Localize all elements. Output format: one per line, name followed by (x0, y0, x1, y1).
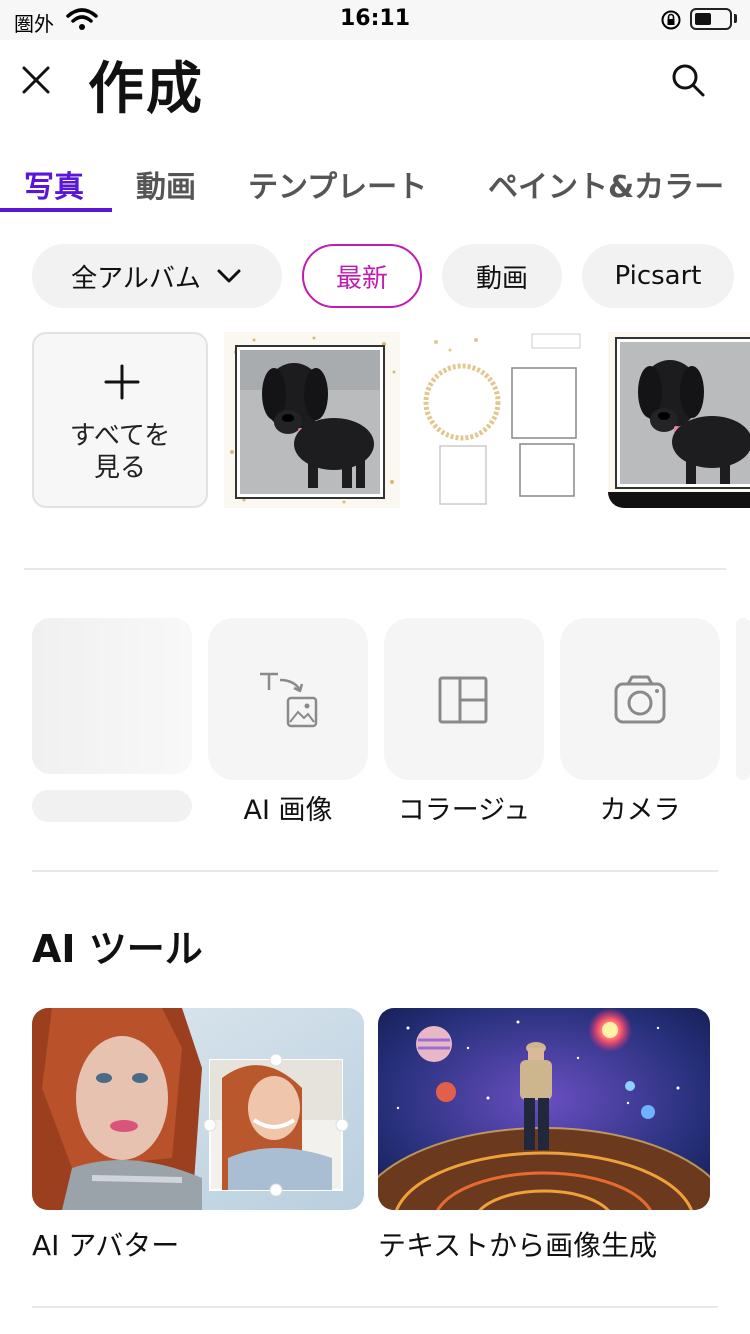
ai-avatar-image (32, 1008, 364, 1210)
camera-icon (614, 675, 666, 724)
camera-tile[interactable] (560, 618, 720, 780)
text-to-image-icon (260, 672, 318, 728)
filter-all-albums[interactable]: 全アルバム (32, 244, 282, 308)
collage-icon (438, 676, 488, 724)
ai-tools-title: AI ツール (32, 927, 203, 971)
tab-video[interactable]: 動画 (136, 162, 196, 206)
media-thumbnail[interactable] (224, 332, 400, 508)
ai-avatar-label: AI アバター (32, 1229, 180, 1262)
text-to-image-label: テキストから画像生成 (378, 1229, 658, 1262)
status-time: 16:11 (339, 6, 411, 31)
collage-tile[interactable] (384, 618, 544, 780)
collage-label: コラージュ (397, 795, 531, 826)
filter-video[interactable]: 動画 (442, 244, 562, 308)
section-divider (24, 568, 726, 570)
next-tool-tile[interactable] (736, 618, 750, 780)
battery-icon (690, 8, 732, 30)
filter-all-albums-label: 全アルバム (71, 263, 201, 294)
template-collage-image (416, 332, 592, 508)
dog-photo-image (224, 332, 400, 508)
loading-placeholder-tile (32, 618, 192, 774)
close-button[interactable] (18, 62, 54, 98)
filter-latest[interactable]: 最新 (302, 244, 422, 308)
chevron-down-icon (217, 269, 241, 283)
camera-label: カメラ (599, 795, 681, 826)
filter-picsart[interactable]: Picsart (582, 244, 734, 308)
ai-image-tile[interactable] (208, 618, 368, 780)
text-to-image-card[interactable] (378, 1008, 710, 1210)
tab-template[interactable]: テンプレート (248, 162, 427, 206)
plus-icon (104, 364, 140, 400)
search-button[interactable] (668, 60, 708, 100)
rotation-lock-icon (661, 10, 681, 30)
loading-placeholder-label (32, 790, 192, 822)
media-thumbnail[interactable] (416, 332, 592, 508)
ai-image-label: AI 画像 (243, 795, 333, 826)
status-bar: 圏外 16:11 (0, 0, 750, 40)
space-scene-image (378, 1008, 710, 1210)
active-tab-indicator (0, 208, 112, 212)
see-all-label: すべてを 見る (69, 421, 171, 483)
ai-avatar-card[interactable] (32, 1008, 364, 1210)
tab-paint-color[interactable]: ペイント&カラー (488, 162, 724, 206)
page-title: 作成 (88, 57, 204, 122)
section-divider (32, 870, 718, 872)
media-thumbnail[interactable] (608, 332, 750, 508)
see-all-button[interactable]: すべてを 見る (32, 332, 208, 508)
battery-tip (734, 14, 737, 23)
dog-photo-image (608, 332, 750, 508)
category-tabs: 写真 動画 テンプレート ペイント&カラー (0, 150, 750, 212)
section-divider (32, 1306, 718, 1308)
tab-photo[interactable]: 写真 (24, 162, 84, 206)
